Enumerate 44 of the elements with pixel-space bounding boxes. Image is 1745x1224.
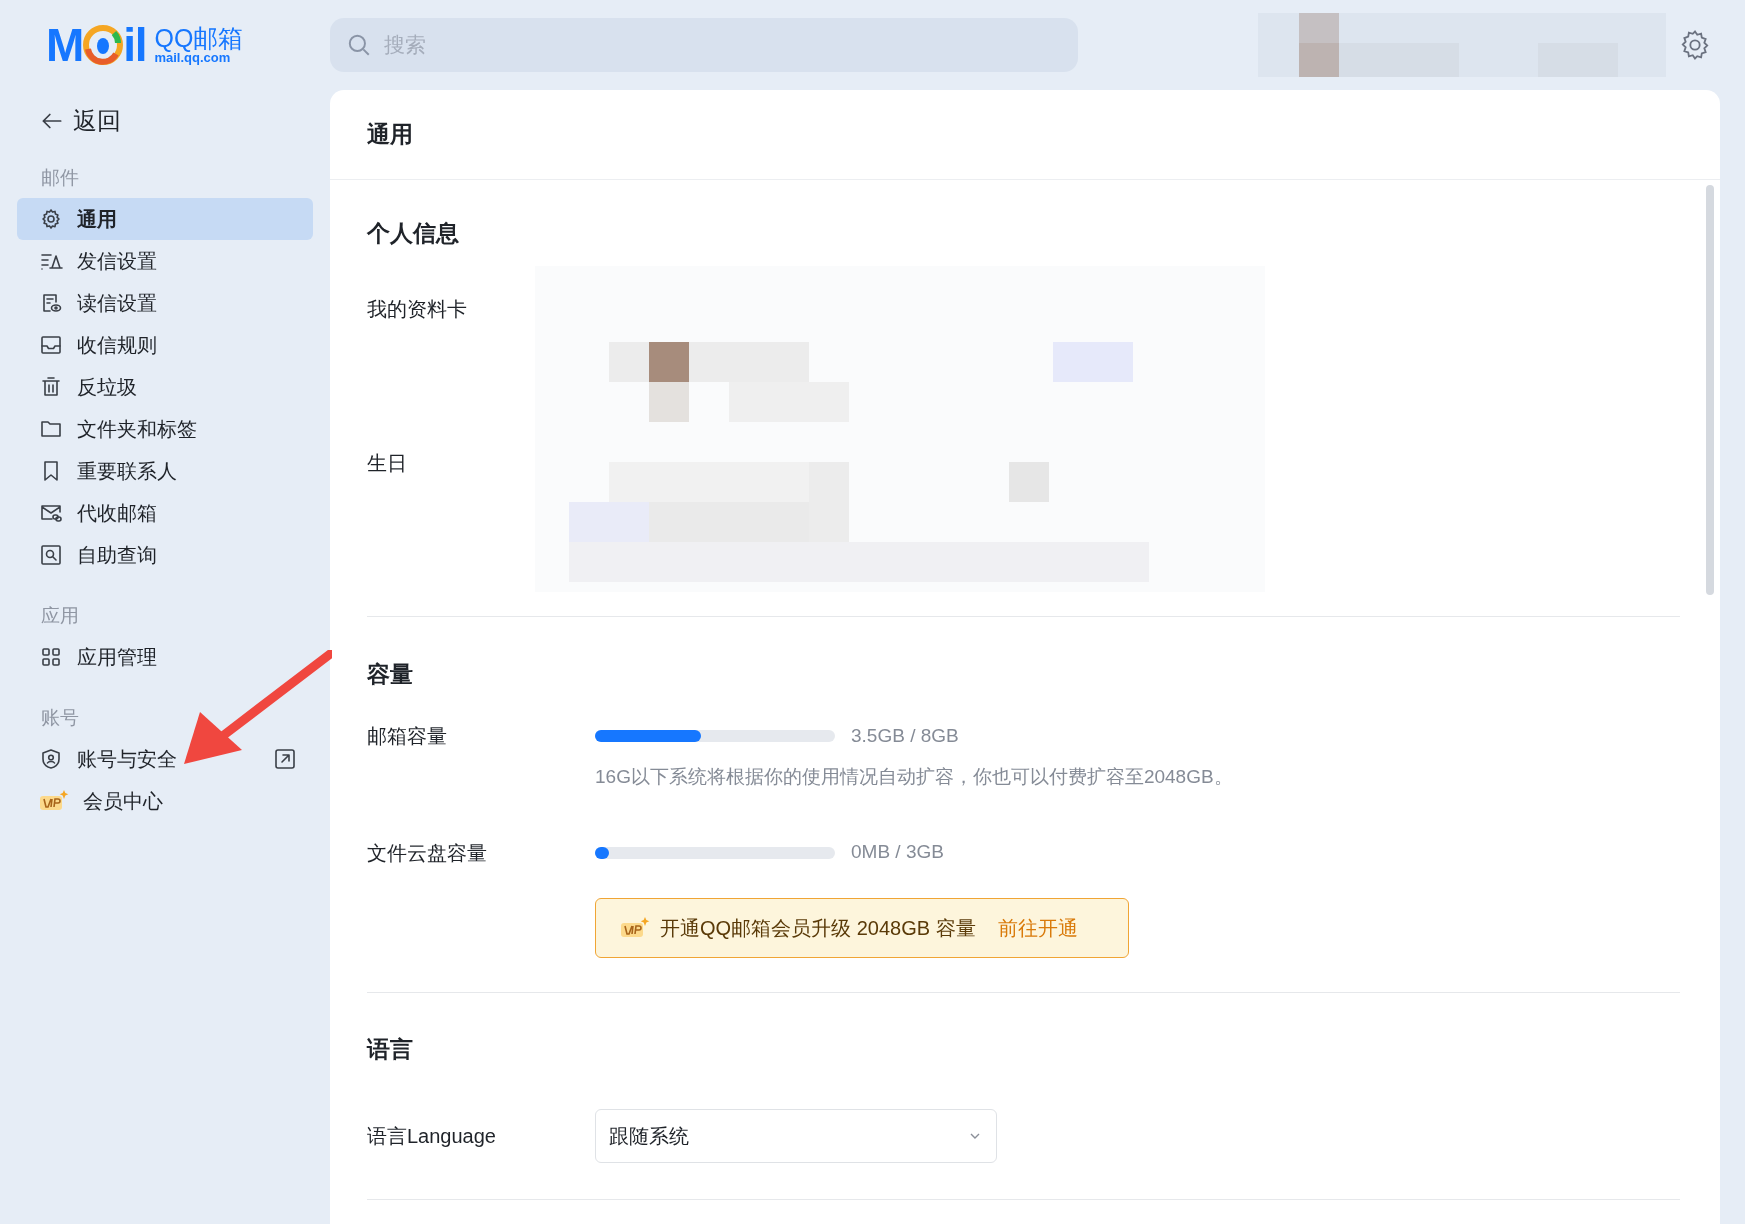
sidebar-item[interactable]: 应用管理 (17, 636, 313, 678)
logo-domain: mail.qq.com (154, 51, 231, 64)
section-title: 语言 (367, 1035, 414, 1065)
sidebar-item[interactable]: 通用 (17, 198, 313, 240)
section-heading: 账号 (40, 705, 80, 730)
usage-reading: 3.5GB / 8GB (851, 723, 959, 748)
section-heading: 应用 (40, 603, 80, 628)
vip-badge-icon (39, 789, 69, 813)
sidebar-item[interactable]: 会员中心 (17, 780, 313, 822)
sidebar-item[interactable]: 代收邮箱 (17, 492, 313, 534)
sidebar-item[interactable]: 文件夹和标签 (17, 408, 313, 450)
sidebar-item[interactable]: 收信规则 (17, 324, 313, 366)
sidebar-item[interactable]: 读信设置 (17, 282, 313, 324)
sidebar-item[interactable]: 账号与安全 (17, 738, 313, 780)
usage-reading: 0MB / 3GB (851, 840, 944, 865)
search-icon (346, 32, 372, 58)
section-title: 个人信息 (367, 218, 460, 248)
field-label: 语言Language (367, 1123, 497, 1149)
back-link[interactable]: 返回 (17, 94, 121, 148)
section-heading: 邮件 (40, 165, 80, 190)
vip-badge-icon (620, 915, 650, 940)
grid-icon (39, 645, 63, 669)
upgrade-text: 开通QQ邮箱会员升级 2048GB 容量 (660, 915, 976, 941)
sidebar-item[interactable]: 自助查询 (17, 534, 313, 576)
gear-icon (39, 207, 63, 231)
external-link-icon[interactable] (273, 747, 297, 771)
logo-wordmark: M il (46, 22, 147, 68)
sidebar-item[interactable]: 发信设置 (17, 240, 313, 282)
field-label: 生日 (367, 451, 408, 476)
inbox-icon (39, 333, 63, 357)
page-title: 通用 (330, 90, 1720, 180)
field-label: 邮箱容量 (367, 724, 448, 749)
language-dropdown[interactable]: 跟随系统 (595, 1108, 997, 1163)
logo-product-name: QQ邮箱 (154, 26, 244, 51)
field-label: 我的资料卡 (367, 297, 468, 322)
field-label: 文件云盘容量 (367, 840, 488, 866)
section-title: 容量 (367, 659, 414, 689)
sidebar-item[interactable]: 重要联系人 (17, 450, 313, 492)
search-document-icon (39, 543, 63, 567)
penguin-mascot-icon (83, 25, 124, 65)
trash-icon (39, 375, 63, 399)
capacity-note: 16G以下系统将根据你的使用情况自动扩容，你也可以付费扩容至2048GB。 (595, 765, 1234, 789)
shield-icon (39, 747, 63, 771)
sidebar-item[interactable]: 反垃圾 (17, 366, 313, 408)
